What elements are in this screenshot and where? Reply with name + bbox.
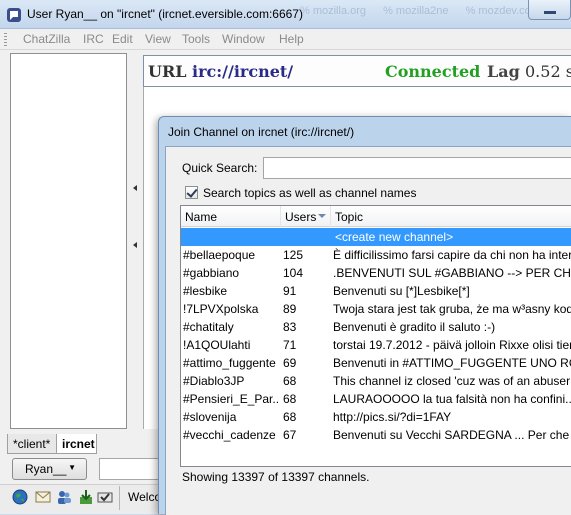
column-header-users-label: Users — [285, 210, 317, 224]
menu-window[interactable]: Window — [222, 32, 265, 46]
sort-descending-icon — [318, 214, 326, 218]
channel-topic: LAURAOOOOO la tua falsità non ha confini… — [333, 392, 571, 406]
channel-name: #lesbike — [183, 284, 228, 298]
globe-icon[interactable] — [12, 489, 28, 505]
users-icon[interactable] — [56, 489, 72, 505]
channel-name: !7LPVXpolska — [183, 302, 259, 316]
menu-view[interactable]: View — [145, 32, 171, 46]
channel-name: #slovenija — [183, 410, 237, 424]
channel-name: #Pensieri_E_Par... — [183, 392, 279, 406]
channel-row[interactable]: #Pensieri_E_Par... 68 LAURAOOOOO la tua fa… — [181, 390, 571, 408]
channel-users: 68 — [283, 392, 297, 406]
channel-row[interactable]: !A1QOUlahti 71 torstai 19.7.2012 - päivä j… — [181, 336, 571, 354]
quick-search-label: Quick Search: — [182, 161, 258, 175]
channel-users: 68 — [283, 410, 297, 424]
chatzilla-icon — [7, 8, 21, 22]
channel-row[interactable]: #chatitaly 83 Benvenuti è gradito il salut… — [181, 318, 571, 336]
channel-users: 83 — [283, 320, 297, 334]
channel-users: 68 — [283, 374, 297, 388]
user-list-pane[interactable] — [10, 53, 127, 429]
channel-row[interactable]: #gabbiano 104 .BENVENUTI SUL #GABBIANO -->… — [181, 264, 571, 282]
menu-irc[interactable]: IRC — [83, 32, 104, 46]
channel-row[interactable]: #attimo_fuggente 69 Benvenuti in #ATTIMO_… — [181, 354, 571, 372]
pane-splitter[interactable] — [131, 53, 139, 429]
channel-name: #vecchi_cadenze — [183, 428, 276, 442]
mail-icon[interactable] — [35, 489, 51, 505]
channel-users: 71 — [283, 338, 297, 352]
channel-topic: È difficilissimo farsi capire da chi non… — [333, 248, 571, 262]
channel-topic: Benvenuti è gradito il saluto :-) — [333, 320, 496, 334]
channel-row[interactable]: !7LPVXpolska 89 Twoja stara jest tak gruba… — [181, 300, 571, 318]
channel-users: 89 — [283, 302, 297, 316]
channel-row[interactable]: #vecchi_cadenze 67 Benvenuti su Vecchi SAR… — [181, 426, 571, 444]
collapse-arrow-icon[interactable] — [133, 242, 137, 248]
channel-name: #gabbiano — [183, 266, 240, 280]
nickname-label: Ryan__ — [25, 462, 67, 476]
lag-value: 0.52 se — [525, 62, 571, 81]
channel-name: #bellaepoque — [183, 248, 256, 262]
channel-topic: Twoja stara jest tak gruba, że ma w³asny… — [333, 302, 571, 316]
chevron-down-icon: ▼ — [68, 463, 76, 472]
security-icon[interactable] — [97, 489, 113, 505]
background-tab: % mozilla2ne — [383, 5, 449, 17]
column-header-topic[interactable]: Topic — [331, 206, 571, 227]
status-message: Welco — [128, 490, 162, 504]
channel-users: 91 — [283, 284, 297, 298]
channel-topic: This channel iz closed 'cuz was of an ab… — [333, 374, 571, 388]
channel-count: Showing 13397 of 13397 channels. — [182, 470, 370, 484]
channel-row[interactable]: #slovenija 68 http://pics.si/?di=1FAY — [181, 408, 571, 426]
window-title: User Ryan__ on "ircnet" (ircnet.eversibl… — [27, 7, 303, 21]
channel-name: #attimo_fuggente — [183, 356, 276, 370]
channel-topic: http://pics.si/?di=1FAY — [333, 410, 452, 424]
toolbar-grip-icon[interactable] — [4, 33, 7, 46]
channel-users: 67 — [283, 428, 297, 442]
menubar: ChatZilla IRC Edit View Tools Window Hel… — [0, 29, 571, 50]
background-tab: % mozilla.org — [300, 5, 367, 17]
column-header-name[interactable]: Name — [181, 206, 281, 227]
lag-label: Lag — [487, 62, 520, 81]
dialog-body: Quick Search: Search topics as well as c… — [165, 146, 571, 515]
url-bar: URL irc://ircnet/ Connected Lag 0.52 se — [143, 55, 571, 87]
download-icon[interactable] — [78, 489, 94, 505]
url-label: URL — [148, 62, 187, 81]
channel-row[interactable]: #lesbike 91 Benvenuti su [*]Lesbike[*] — [181, 282, 571, 300]
channel-topic: torstai 19.7.2012 - päivä jolloin Rixxe … — [333, 338, 571, 352]
collapse-arrow-icon[interactable] — [133, 185, 137, 191]
channel-topic: Benvenuti in #ATTIMO_FUGGENTE UNO RO — [333, 356, 571, 370]
search-topics-label[interactable]: Search topics as well as channel names — [203, 186, 416, 200]
url-value[interactable]: irc://ircnet/ — [192, 62, 293, 81]
channel-topic: <create new channel> — [335, 230, 454, 244]
channel-list-header: Name Users Topic — [181, 206, 571, 227]
channel-name: !A1QOUlahti — [183, 338, 251, 352]
nickname-button[interactable]: Ryan__ ▼ — [12, 458, 87, 480]
channel-users: 69 — [283, 356, 297, 370]
minimize-button[interactable] — [528, 0, 571, 20]
channel-row[interactable]: <create new channel> — [181, 228, 571, 246]
channel-topic: Benvenuti su [*]Lesbike[*] — [333, 284, 470, 298]
quick-search-input[interactable] — [263, 157, 571, 179]
menu-tools[interactable]: Tools — [182, 32, 210, 46]
channel-row[interactable]: #bellaepoque 125 È difficilissimo farsi ca… — [181, 246, 571, 264]
channel-users: 104 — [283, 266, 304, 280]
dialog-title: Join Channel on ircnet (irc://ircnet/) — [168, 125, 355, 139]
menu-help[interactable]: Help — [279, 32, 304, 46]
connection-status: Connected — [385, 62, 481, 81]
join-channel-dialog: Join Channel on ircnet (irc://ircnet/) Q… — [158, 116, 571, 515]
menu-chatzilla[interactable]: ChatZilla — [23, 32, 70, 46]
channel-users: 125 — [283, 248, 304, 262]
search-topics-checkbox[interactable] — [185, 186, 198, 199]
channel-topic: .BENVENUTI SUL #GABBIANO --> PER CHATT — [333, 266, 571, 280]
channel-name: #chatitaly — [183, 320, 234, 334]
tab-client[interactable]: *client* — [7, 434, 57, 454]
tab-ircnet[interactable]: ircnet — [56, 434, 97, 454]
status-separator — [119, 486, 120, 510]
channel-name: #Diablo3JP — [183, 374, 245, 388]
background-window-tabs: % mozilla.org % mozilla2ne % mozdev.com — [300, 5, 554, 17]
menu-edit[interactable]: Edit — [112, 32, 133, 46]
channel-list[interactable]: Name Users Topic <create new channel> #be… — [180, 205, 571, 467]
column-header-users[interactable]: Users — [281, 206, 331, 227]
channel-row[interactable]: #Diablo3JP 68 This channel iz closed 'cuz … — [181, 372, 571, 390]
window-titlebar: User Ryan__ on "ircnet" (ircnet.eversibl… — [0, 0, 571, 29]
channel-topic: Benvenuti su Vecchi SARDEGNA ... Per che — [333, 428, 570, 442]
